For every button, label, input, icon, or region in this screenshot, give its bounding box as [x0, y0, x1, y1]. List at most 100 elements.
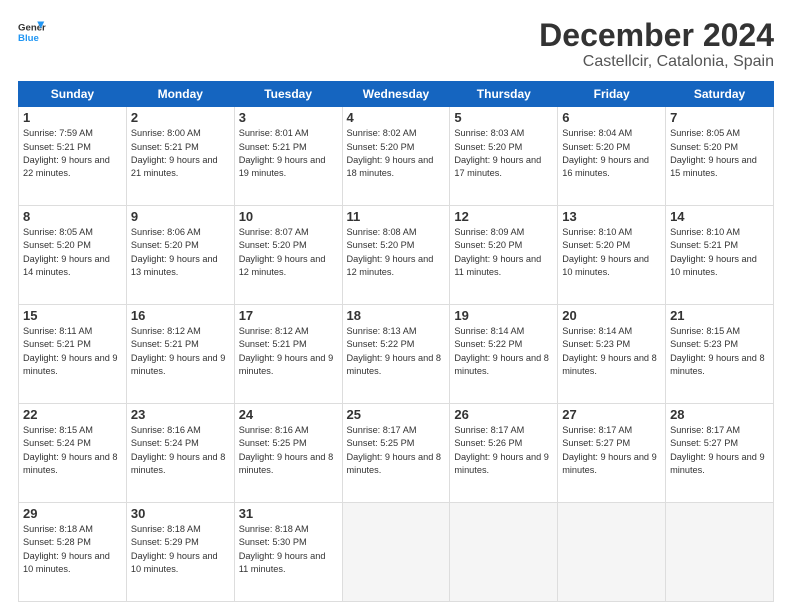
- calendar-cell: 14 Sunrise: 8:10 AMSunset: 5:21 PMDayligh…: [666, 206, 774, 305]
- calendar-cell: 13 Sunrise: 8:10 AMSunset: 5:20 PMDayligh…: [558, 206, 666, 305]
- calendar-cell: 28 Sunrise: 8:17 AMSunset: 5:27 PMDayligh…: [666, 404, 774, 503]
- calendar-table: SundayMondayTuesdayWednesdayThursdayFrid…: [18, 81, 774, 602]
- day-number: 24: [239, 407, 338, 422]
- day-header-thursday: Thursday: [450, 82, 558, 107]
- day-number: 1: [23, 110, 122, 125]
- calendar-cell: 18 Sunrise: 8:13 AMSunset: 5:22 PMDayligh…: [342, 305, 450, 404]
- calendar-cell: 12 Sunrise: 8:09 AMSunset: 5:20 PMDayligh…: [450, 206, 558, 305]
- calendar-cell: 6 Sunrise: 8:04 AMSunset: 5:20 PMDaylight…: [558, 107, 666, 206]
- cell-info: Sunrise: 8:04 AMSunset: 5:20 PMDaylight:…: [562, 127, 661, 180]
- month-title: December 2024: [539, 18, 774, 53]
- day-header-friday: Friday: [558, 82, 666, 107]
- calendar-cell: 1 Sunrise: 7:59 AMSunset: 5:21 PMDaylight…: [19, 107, 127, 206]
- cell-info: Sunrise: 8:17 AMSunset: 5:25 PMDaylight:…: [347, 424, 446, 477]
- day-number: 27: [562, 407, 661, 422]
- logo: General Blue: [18, 18, 46, 46]
- calendar-week-3: 15 Sunrise: 8:11 AMSunset: 5:21 PMDayligh…: [19, 305, 774, 404]
- cell-info: Sunrise: 8:15 AMSunset: 5:23 PMDaylight:…: [670, 325, 769, 378]
- calendar-cell: 17 Sunrise: 8:12 AMSunset: 5:21 PMDayligh…: [234, 305, 342, 404]
- day-number: 18: [347, 308, 446, 323]
- calendar-cell: [558, 503, 666, 602]
- calendar-cell: [450, 503, 558, 602]
- cell-info: Sunrise: 8:08 AMSunset: 5:20 PMDaylight:…: [347, 226, 446, 279]
- calendar-cell: 7 Sunrise: 8:05 AMSunset: 5:20 PMDaylight…: [666, 107, 774, 206]
- day-number: 5: [454, 110, 553, 125]
- cell-info: Sunrise: 8:05 AMSunset: 5:20 PMDaylight:…: [670, 127, 769, 180]
- calendar-cell: 27 Sunrise: 8:17 AMSunset: 5:27 PMDayligh…: [558, 404, 666, 503]
- day-number: 2: [131, 110, 230, 125]
- location-title: Castellcir, Catalonia, Spain: [539, 53, 774, 71]
- day-number: 20: [562, 308, 661, 323]
- cell-info: Sunrise: 8:17 AMSunset: 5:27 PMDaylight:…: [670, 424, 769, 477]
- calendar-header-row: SundayMondayTuesdayWednesdayThursdayFrid…: [19, 82, 774, 107]
- cell-info: Sunrise: 8:15 AMSunset: 5:24 PMDaylight:…: [23, 424, 122, 477]
- calendar-cell: 8Sunrise: 8:05 AMSunset: 5:20 PMDaylight…: [19, 206, 127, 305]
- day-number: 4: [347, 110, 446, 125]
- day-number: 26: [454, 407, 553, 422]
- cell-info: Sunrise: 8:12 AMSunset: 5:21 PMDaylight:…: [239, 325, 338, 378]
- calendar-cell: 20 Sunrise: 8:14 AMSunset: 5:23 PMDayligh…: [558, 305, 666, 404]
- day-header-monday: Monday: [126, 82, 234, 107]
- calendar-cell: 25 Sunrise: 8:17 AMSunset: 5:25 PMDayligh…: [342, 404, 450, 503]
- cell-info: Sunrise: 8:01 AMSunset: 5:21 PMDaylight:…: [239, 127, 338, 180]
- day-number: 25: [347, 407, 446, 422]
- calendar-cell: 9Sunrise: 8:06 AMSunset: 5:20 PMDaylight…: [126, 206, 234, 305]
- day-number: 11: [347, 209, 446, 224]
- day-number: 31: [239, 506, 338, 521]
- calendar-week-4: 22 Sunrise: 8:15 AMSunset: 5:24 PMDayligh…: [19, 404, 774, 503]
- header: General Blue December 2024 Castellcir, C…: [18, 18, 774, 71]
- calendar-cell: 2Sunrise: 8:00 AMSunset: 5:21 PMDaylight…: [126, 107, 234, 206]
- day-number: 23: [131, 407, 230, 422]
- day-number: 6: [562, 110, 661, 125]
- cell-info: Sunrise: 8:18 AMSunset: 5:29 PMDaylight:…: [131, 523, 230, 576]
- cell-info: Sunrise: 8:07 AMSunset: 5:20 PMDaylight:…: [239, 226, 338, 279]
- calendar-cell: 29Sunrise: 8:18 AMSunset: 5:28 PMDayligh…: [19, 503, 127, 602]
- cell-info: Sunrise: 8:10 AMSunset: 5:20 PMDaylight:…: [562, 226, 661, 279]
- calendar-cell: 5Sunrise: 8:03 AMSunset: 5:20 PMDaylight…: [450, 107, 558, 206]
- cell-info: Sunrise: 8:14 AMSunset: 5:23 PMDaylight:…: [562, 325, 661, 378]
- day-number: 8: [23, 209, 122, 224]
- calendar-cell: 15 Sunrise: 8:11 AMSunset: 5:21 PMDayligh…: [19, 305, 127, 404]
- svg-text:Blue: Blue: [18, 33, 39, 44]
- calendar-cell: 4Sunrise: 8:02 AMSunset: 5:20 PMDaylight…: [342, 107, 450, 206]
- day-header-saturday: Saturday: [666, 82, 774, 107]
- calendar-week-5: 29Sunrise: 8:18 AMSunset: 5:28 PMDayligh…: [19, 503, 774, 602]
- day-number: 17: [239, 308, 338, 323]
- day-number: 16: [131, 308, 230, 323]
- day-number: 10: [239, 209, 338, 224]
- day-number: 14: [670, 209, 769, 224]
- calendar-cell: 26Sunrise: 8:17 AMSunset: 5:26 PMDayligh…: [450, 404, 558, 503]
- day-number: 22: [23, 407, 122, 422]
- calendar-week-2: 8Sunrise: 8:05 AMSunset: 5:20 PMDaylight…: [19, 206, 774, 305]
- day-number: 28: [670, 407, 769, 422]
- calendar-cell: 23Sunrise: 8:16 AMSunset: 5:24 PMDayligh…: [126, 404, 234, 503]
- day-number: 9: [131, 209, 230, 224]
- day-number: 15: [23, 308, 122, 323]
- cell-info: Sunrise: 8:09 AMSunset: 5:20 PMDaylight:…: [454, 226, 553, 279]
- cell-info: Sunrise: 8:10 AMSunset: 5:21 PMDaylight:…: [670, 226, 769, 279]
- day-header-tuesday: Tuesday: [234, 82, 342, 107]
- calendar-cell: 16Sunrise: 8:12 AMSunset: 5:21 PMDayligh…: [126, 305, 234, 404]
- calendar-cell: 3Sunrise: 8:01 AMSunset: 5:21 PMDaylight…: [234, 107, 342, 206]
- calendar-cell: 11 Sunrise: 8:08 AMSunset: 5:20 PMDayligh…: [342, 206, 450, 305]
- day-number: 13: [562, 209, 661, 224]
- logo-icon: General Blue: [18, 18, 46, 46]
- cell-info: Sunrise: 7:59 AMSunset: 5:21 PMDaylight:…: [23, 127, 122, 180]
- cell-info: Sunrise: 8:16 AMSunset: 5:25 PMDaylight:…: [239, 424, 338, 477]
- cell-info: Sunrise: 8:18 AMSunset: 5:28 PMDaylight:…: [23, 523, 122, 576]
- cell-info: Sunrise: 8:14 AMSunset: 5:22 PMDaylight:…: [454, 325, 553, 378]
- calendar-cell: 30 Sunrise: 8:18 AMSunset: 5:29 PMDayligh…: [126, 503, 234, 602]
- calendar-cell: 24 Sunrise: 8:16 AMSunset: 5:25 PMDayligh…: [234, 404, 342, 503]
- cell-info: Sunrise: 8:18 AMSunset: 5:30 PMDaylight:…: [239, 523, 338, 576]
- day-number: 19: [454, 308, 553, 323]
- cell-info: Sunrise: 8:17 AMSunset: 5:27 PMDaylight:…: [562, 424, 661, 477]
- cell-info: Sunrise: 8:11 AMSunset: 5:21 PMDaylight:…: [23, 325, 122, 378]
- day-number: 7: [670, 110, 769, 125]
- day-number: 30: [131, 506, 230, 521]
- day-header-wednesday: Wednesday: [342, 82, 450, 107]
- day-header-sunday: Sunday: [19, 82, 127, 107]
- calendar-cell: [342, 503, 450, 602]
- title-block: December 2024 Castellcir, Catalonia, Spa…: [539, 18, 774, 71]
- cell-info: Sunrise: 8:13 AMSunset: 5:22 PMDaylight:…: [347, 325, 446, 378]
- day-number: 12: [454, 209, 553, 224]
